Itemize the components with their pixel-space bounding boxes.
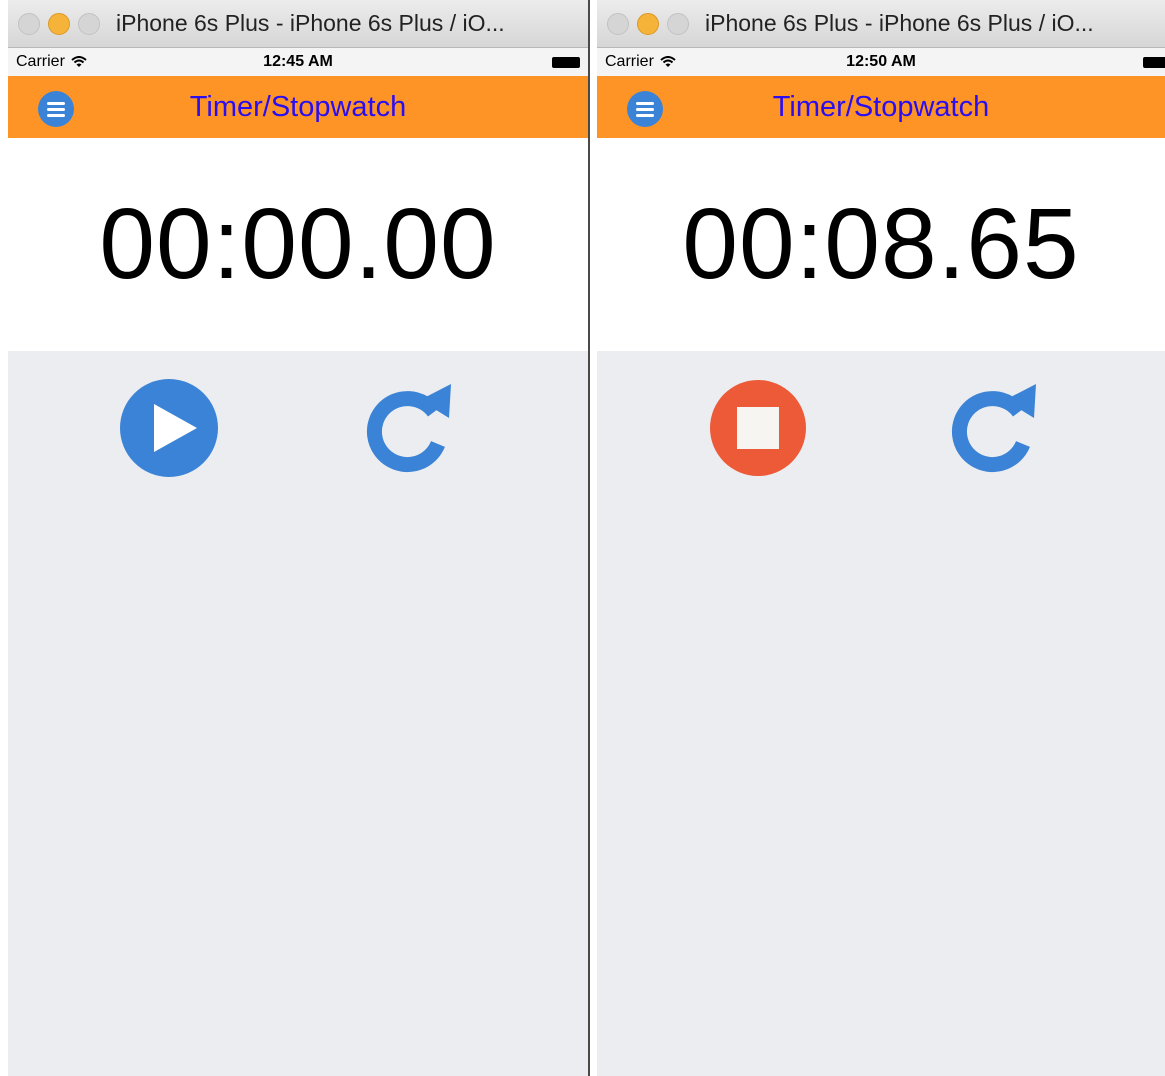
reset-button[interactable] — [358, 378, 458, 478]
timer-display: 00:08.65 — [597, 138, 1165, 351]
stop-button[interactable] — [708, 378, 808, 478]
nav-title: Timer/Stopwatch — [189, 90, 407, 123]
timer-readout: 00:08.65 — [682, 188, 1080, 300]
play-icon — [120, 379, 218, 477]
ios-status-bar: Carrier 12:45 AM — [8, 48, 588, 76]
simulator-window-right: iPhone 6s Plus - iPhone 6s Plus / iO... … — [597, 0, 1165, 1076]
minimize-window-button[interactable] — [48, 12, 70, 35]
window-titlebar[interactable]: iPhone 6s Plus - iPhone 6s Plus / iO... — [8, 0, 588, 48]
ios-status-bar: Carrier 12:50 AM — [597, 48, 1165, 76]
reset-button[interactable] — [943, 378, 1043, 478]
timer-readout: 00:00.00 — [99, 188, 497, 300]
reset-icon — [366, 384, 451, 473]
status-time: 12:45 AM — [263, 53, 333, 70]
battery-icon — [552, 57, 580, 68]
controls-area — [8, 351, 588, 1076]
window-title: iPhone 6s Plus - iPhone 6s Plus / iO... — [116, 10, 505, 36]
navigation-bar: Timer/Stopwatch — [597, 76, 1165, 138]
status-time: 12:50 AM — [846, 53, 916, 70]
menu-button[interactable] — [627, 91, 663, 127]
minimize-window-button[interactable] — [637, 12, 659, 35]
close-window-button[interactable] — [607, 12, 629, 35]
controls-area — [597, 351, 1165, 1076]
nav-title: Timer/Stopwatch — [772, 90, 990, 123]
window-titlebar[interactable]: iPhone 6s Plus - iPhone 6s Plus / iO... — [597, 0, 1165, 48]
menu-button[interactable] — [38, 91, 74, 127]
stop-icon — [710, 380, 806, 476]
reset-icon — [951, 384, 1036, 473]
zoom-window-button[interactable] — [78, 12, 100, 35]
window-divider — [588, 0, 590, 1076]
close-window-button[interactable] — [18, 12, 40, 35]
zoom-window-button[interactable] — [667, 12, 689, 35]
window-title: iPhone 6s Plus - iPhone 6s Plus / iO... — [705, 10, 1094, 36]
simulator-window-left: iPhone 6s Plus - iPhone 6s Plus / iO... … — [8, 0, 588, 1076]
start-button[interactable] — [119, 378, 219, 478]
timer-display: 00:00.00 — [8, 138, 588, 351]
navigation-bar: Timer/Stopwatch — [8, 76, 588, 138]
battery-icon — [1143, 57, 1165, 68]
